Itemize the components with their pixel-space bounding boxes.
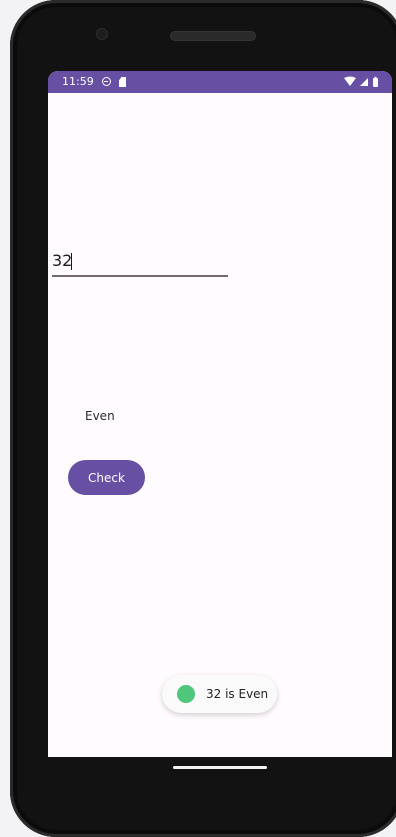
- sd-card-icon: [119, 77, 126, 87]
- battery-cap: [374, 76, 377, 79]
- android-icon: [177, 685, 195, 703]
- toast-message: 32 is Even: [162, 675, 277, 713]
- text-cursor: [71, 253, 72, 270]
- toast-text: 32 is Even: [206, 687, 269, 701]
- device-stage: 11:59 Even Check 32 is Even: [0, 0, 396, 837]
- do-not-disturb-icon: [102, 77, 111, 86]
- navigation-handle[interactable]: [173, 766, 267, 769]
- front-camera: [96, 28, 108, 40]
- result-text: Even: [85, 409, 115, 423]
- status-bar: 11:59: [48, 71, 392, 93]
- number-input[interactable]: [52, 248, 228, 273]
- number-field[interactable]: [52, 248, 228, 277]
- app-screen: 11:59 Even Check 32 is Even: [48, 71, 392, 757]
- earpiece-speaker: [170, 31, 256, 41]
- input-underline: [52, 275, 228, 277]
- wifi-icon: [344, 76, 356, 86]
- phone-frame: 11:59 Even Check 32 is Even: [10, 0, 396, 837]
- check-button[interactable]: Check: [68, 460, 145, 495]
- status-time: 11:59: [62, 75, 94, 88]
- battery-icon: [373, 78, 378, 87]
- signal-icon: [360, 78, 368, 86]
- status-icons: [344, 76, 378, 87]
